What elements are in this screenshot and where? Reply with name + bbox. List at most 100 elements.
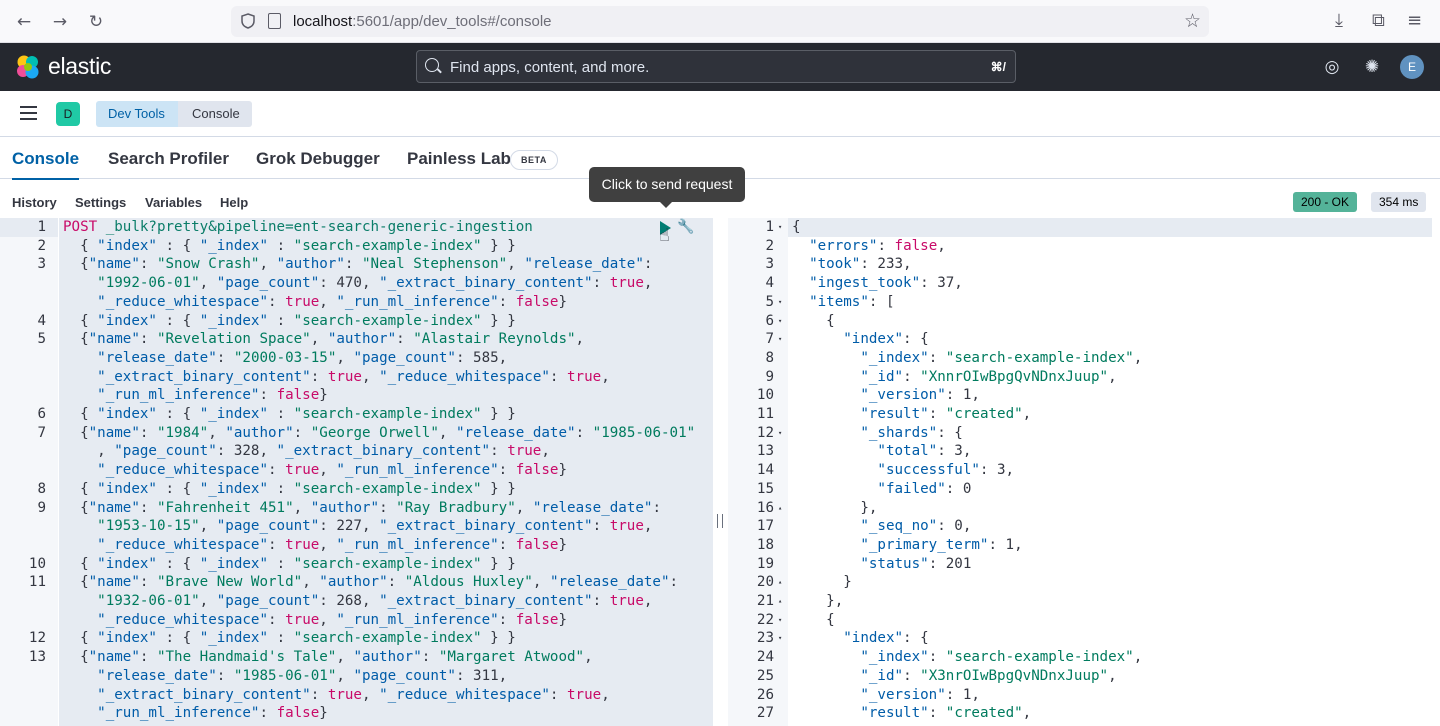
line-number: 14 <box>756 462 774 479</box>
page-icon <box>268 13 281 29</box>
code-line: { "index" : { "_index" : "search-example… <box>63 480 516 497</box>
help-icon[interactable]: ◎ <box>1322 57 1342 77</box>
code-line: { "index" : { "_index" : "search-example… <box>63 406 516 422</box>
search-placeholder: Find apps, content, and more. <box>450 59 650 76</box>
url-text: localhost:5601/app/dev_tools#/console <box>293 13 552 30</box>
line-number: 9 <box>765 368 774 385</box>
code-line: "status": 201 <box>860 555 972 572</box>
line-number <box>0 704 46 723</box>
code-line: "_extract_binary_content": true, "_reduc… <box>97 686 610 703</box>
breadcrumb-console: Console <box>178 101 252 127</box>
line-number: 19 <box>756 555 774 572</box>
fold-toggle-icon[interactable]: ▴ <box>778 592 782 611</box>
news-feed-icon[interactable]: ✺ <box>1362 57 1382 77</box>
breadcrumb-dev-tools[interactable]: Dev Tools <box>96 101 187 127</box>
line-number: 18 <box>756 536 774 553</box>
code-line: { <box>792 312 835 329</box>
logo-text: elastic <box>48 53 112 79</box>
code-line: "_seq_no": 0, <box>860 518 972 535</box>
request-editor[interactable]: 1 POST _bulk?pretty&pipeline=ent-search-g… <box>0 218 713 726</box>
tab-grok-debugger[interactable]: Grok Debugger <box>256 149 380 169</box>
history-menu[interactable]: History <box>12 195 57 210</box>
line-number: 4 <box>765 275 774 292</box>
code-line: {"name": "Brave New World", "author": "A… <box>63 574 679 591</box>
code-line: { "index" : { "_index" : "search-example… <box>63 630 516 647</box>
panel-divider[interactable] <box>714 218 728 726</box>
line-number: 5 <box>765 293 774 310</box>
fold-toggle-icon[interactable]: ▾ <box>778 293 782 312</box>
fold-toggle-icon[interactable]: ▾ <box>778 629 782 648</box>
line-number: 10 <box>756 387 774 404</box>
breadcrumb-bar: D Dev Tools Console <box>0 91 1440 137</box>
line-number <box>0 517 46 536</box>
code-line: { "index" : { "_index" : "search-example… <box>63 237 516 254</box>
code-line: "_run_ml_inference": false} <box>97 705 328 722</box>
line-number: 12 <box>28 630 46 647</box>
space-avatar[interactable]: D <box>56 102 80 126</box>
code-line: "index": { <box>843 630 929 647</box>
resize-handle-icon[interactable] <box>717 514 723 528</box>
line-number: 6 <box>765 312 774 329</box>
code-line: "release_date": "2000-03-15", "page_coun… <box>97 349 508 366</box>
code-line: "ingest_took": 37, <box>809 275 963 292</box>
search-shortcut: ⌘/ <box>990 60 1006 74</box>
wrench-icon[interactable]: 🔧 <box>677 219 694 235</box>
line-number <box>0 611 46 630</box>
line-number: 3 <box>765 256 774 273</box>
fold-toggle-icon[interactable]: ▾ <box>778 424 782 443</box>
line-number <box>0 536 46 555</box>
fold-toggle-icon[interactable]: ▾ <box>778 312 782 331</box>
code-line: {"name": "1984", "author": "George Orwel… <box>63 424 696 441</box>
menu-icon[interactable]: ≡ <box>1407 10 1422 31</box>
line-number: 1 <box>765 219 774 235</box>
forward-arrow-icon[interactable]: → <box>49 11 71 33</box>
active-line <box>788 218 1432 237</box>
bookmark-star-icon[interactable]: ☆ <box>1184 10 1201 32</box>
elastic-logo-icon[interactable] <box>15 54 41 80</box>
hamburger-menu-icon[interactable] <box>20 106 37 120</box>
line-number <box>0 293 46 312</box>
extensions-icon[interactable]: ⧉ <box>1372 10 1385 31</box>
status-badge: 200 - OK <box>1293 192 1358 212</box>
fold-toggle-icon[interactable]: ▾ <box>778 611 782 630</box>
fold-toggle-icon[interactable]: ▾ <box>778 330 782 349</box>
tab-search-profiler[interactable]: Search Profiler <box>108 149 229 169</box>
user-avatar[interactable]: E <box>1400 55 1424 79</box>
code-line: { "index" : { "_index" : "search-example… <box>63 555 516 572</box>
search-icon <box>425 58 439 72</box>
code-line: "1932-06-01", "page_count": 268, "_extra… <box>97 593 653 609</box>
code-line: "_reduce_whitespace": true, "_run_ml_inf… <box>97 611 568 628</box>
code-line: "_reduce_whitespace": true, "_run_ml_inf… <box>97 462 568 479</box>
line-number: 13 <box>28 649 46 666</box>
code-line: "result": "created", <box>860 705 1032 722</box>
code-line: {"name": "Revelation Space", "author": "… <box>63 331 585 348</box>
line-number: 7 <box>37 424 46 441</box>
tab-painless-lab[interactable]: Painless Lab <box>407 149 511 169</box>
code-line: { <box>792 611 835 628</box>
address-bar[interactable]: localhost:5601/app/dev_tools#/console ☆ <box>231 6 1209 37</box>
code-line: POST _bulk?pretty&pipeline=ent-search-ge… <box>63 219 533 235</box>
line-number: 13 <box>756 443 774 460</box>
back-arrow-icon[interactable]: ← <box>13 11 35 33</box>
reload-icon[interactable]: ↻ <box>85 11 107 33</box>
line-number: 16 <box>756 499 774 516</box>
fold-toggle-icon[interactable]: ▾ <box>778 218 782 237</box>
line-number: 6 <box>37 406 46 422</box>
download-icon[interactable]: ⤓ <box>1335 10 1343 31</box>
code-line: "_version": 1, <box>860 387 980 404</box>
line-number <box>0 386 46 405</box>
tab-console[interactable]: Console <box>12 149 80 180</box>
code-line: "successful": 3, <box>877 462 1015 479</box>
settings-menu[interactable]: Settings <box>75 195 126 210</box>
variables-menu[interactable]: Variables <box>145 195 202 210</box>
global-search-input[interactable]: Find apps, content, and more. ⌘/ <box>416 50 1016 83</box>
fold-toggle-icon[interactable]: ▴ <box>778 573 782 592</box>
response-editor[interactable]: 1 ▾{2 "errors": false, 3 "took": 233, 4 "in… <box>728 218 1440 726</box>
fold-toggle-icon[interactable]: ▴ <box>778 499 782 518</box>
line-number: 8 <box>37 480 46 497</box>
code-line: {"name": "Fahrenheit 451", "author": "Ra… <box>63 499 661 516</box>
code-line: "release_date": "1985-06-01", "page_coun… <box>97 667 508 684</box>
help-menu[interactable]: Help <box>220 195 248 210</box>
code-line: }, <box>792 499 878 516</box>
line-number: 3 <box>37 256 46 273</box>
